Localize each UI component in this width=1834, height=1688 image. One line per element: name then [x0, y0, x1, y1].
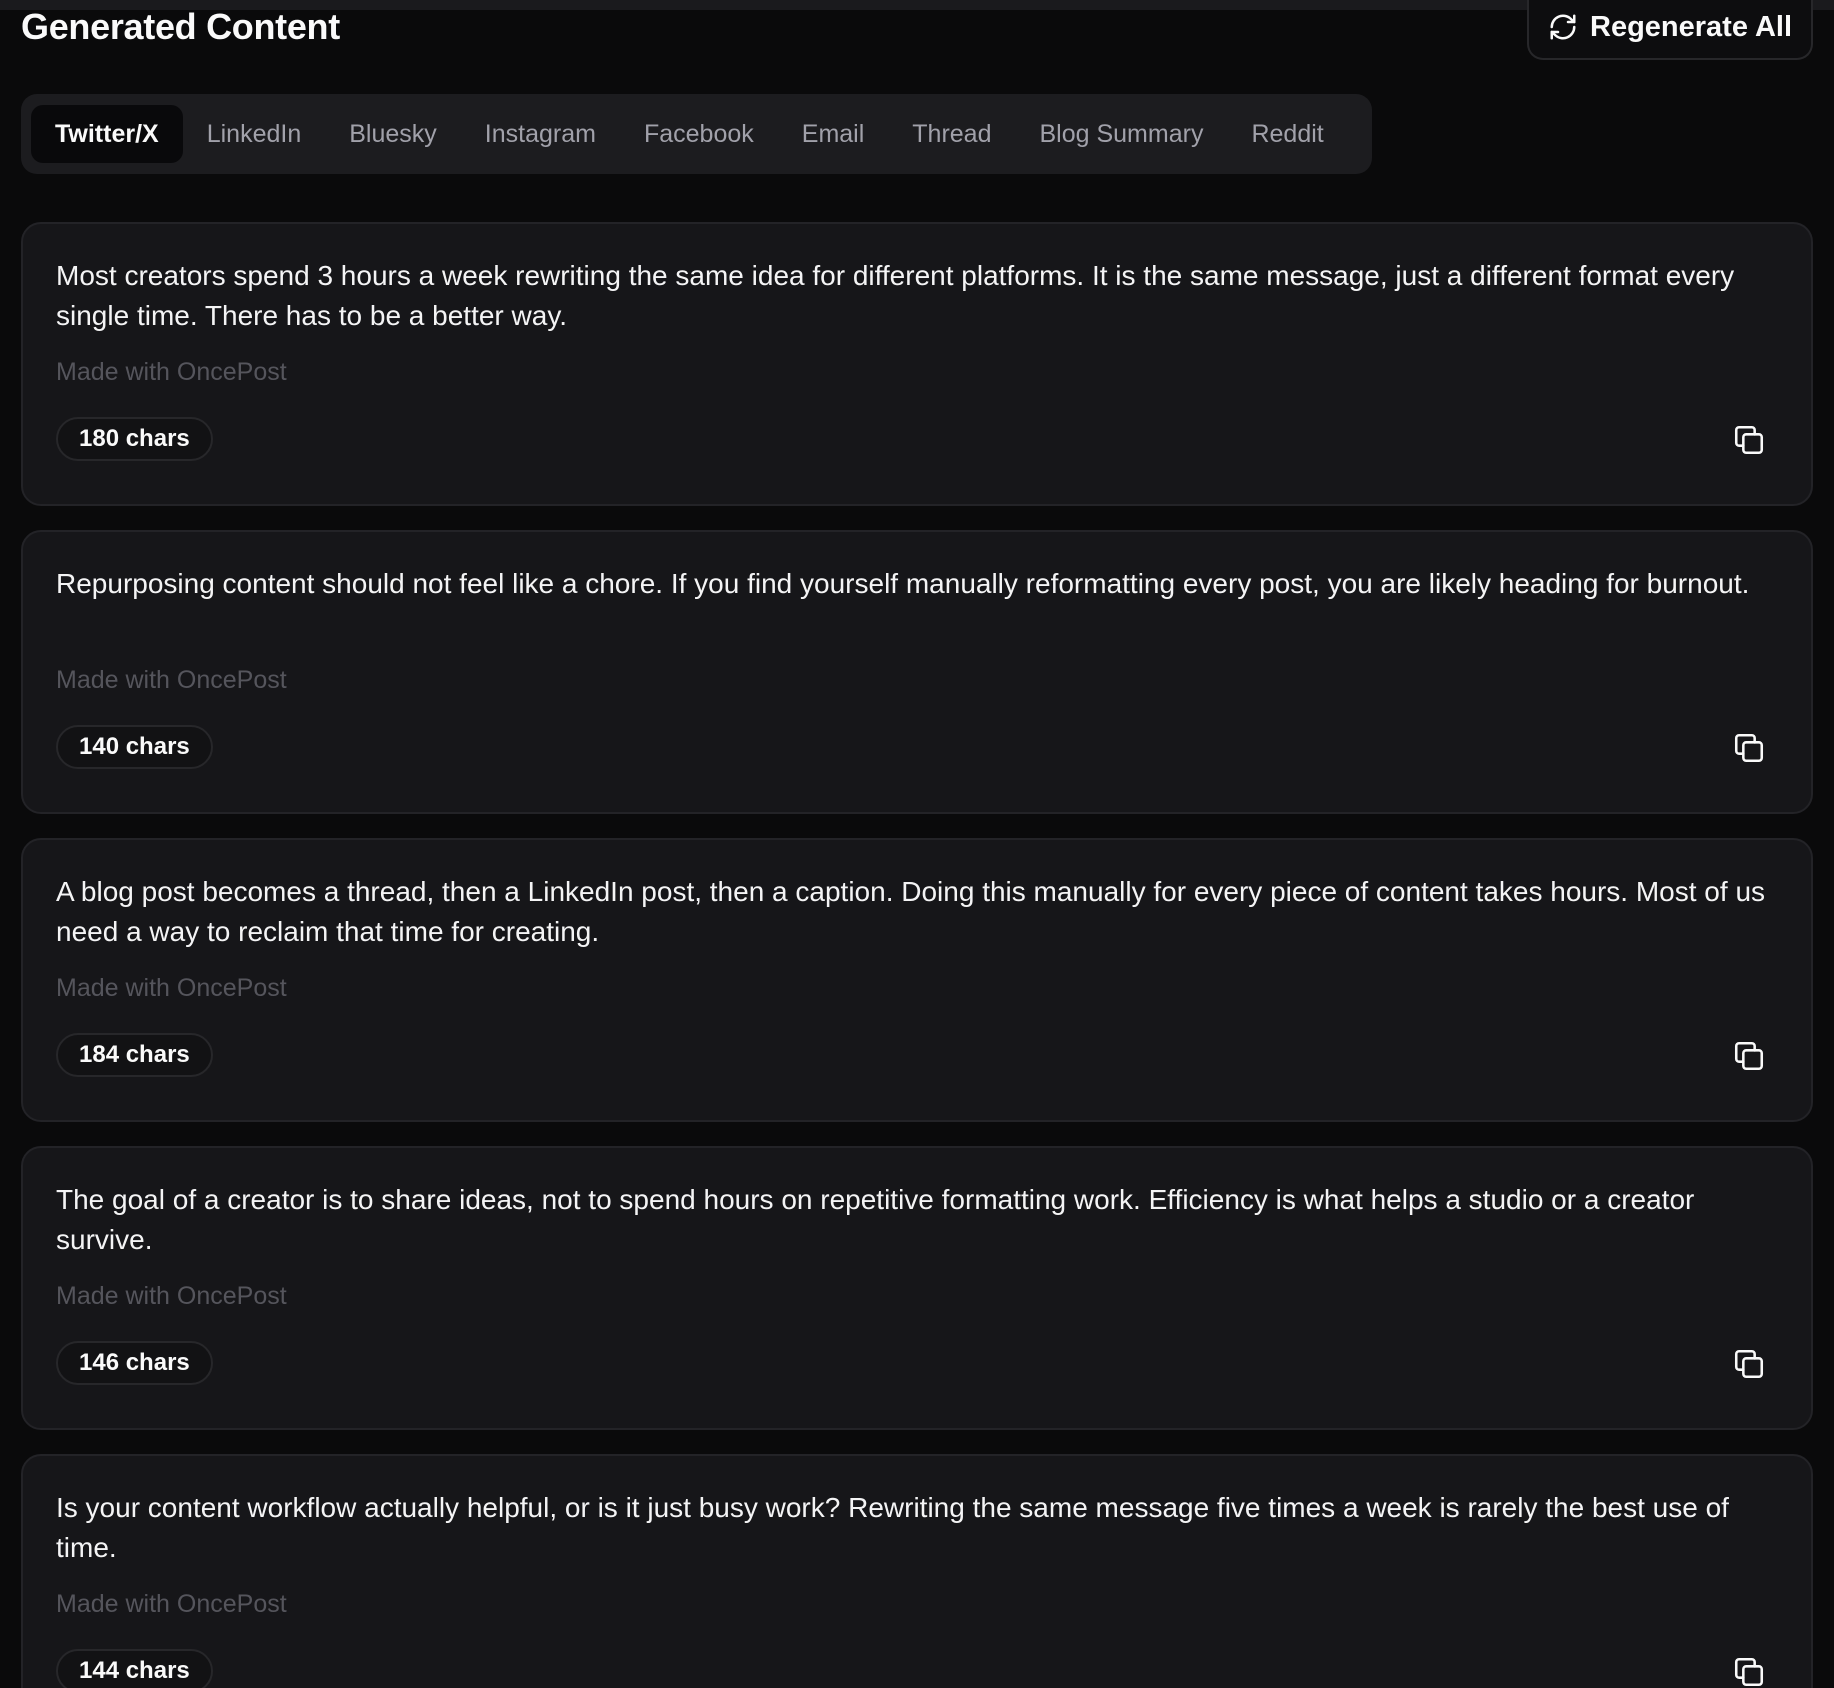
regenerate-all-label: Regenerate All	[1590, 10, 1792, 43]
refresh-icon	[1548, 12, 1578, 42]
copy-icon	[1734, 1041, 1764, 1071]
tab-bluesky[interactable]: Bluesky	[325, 105, 461, 163]
regenerate-all-button[interactable]: Regenerate All	[1527, 0, 1813, 60]
char-count-badge: 144 chars	[56, 1649, 213, 1688]
post-signature: Made with OncePost	[56, 358, 287, 386]
post-signature: Made with OncePost	[56, 1282, 287, 1310]
copy-icon	[1734, 733, 1764, 763]
copy-icon	[1734, 425, 1764, 455]
page: Generated Content Regenerate All Twitter…	[0, 0, 1834, 1688]
post-signature: Made with OncePost	[56, 974, 287, 1002]
post-text: A blog post becomes a thread, then a Lin…	[56, 876, 1766, 947]
tab-email[interactable]: Email	[778, 105, 889, 163]
char-count-badge: 180 chars	[56, 417, 213, 461]
tab-reddit[interactable]: Reddit	[1227, 105, 1347, 163]
copy-button[interactable]	[1731, 1038, 1767, 1074]
post-list: Most creators spend 3 hours a week rewri…	[21, 222, 1813, 1688]
copy-icon	[1734, 1657, 1764, 1687]
post-card: A blog post becomes a thread, then a Lin…	[21, 838, 1813, 1122]
char-count-badge: 146 chars	[56, 1341, 213, 1385]
post-text: The goal of a creator is to share ideas,…	[56, 1184, 1695, 1255]
char-count-badge: 140 chars	[56, 725, 213, 769]
post-signature: Made with OncePost	[56, 1590, 287, 1618]
tab-thread[interactable]: Thread	[888, 105, 1015, 163]
platform-tabs: Twitter/X LinkedIn Bluesky Instagram Fac…	[21, 94, 1372, 174]
tab-instagram[interactable]: Instagram	[461, 105, 620, 163]
tab-facebook[interactable]: Facebook	[620, 105, 778, 163]
post-signature: Made with OncePost	[56, 666, 287, 694]
post-text: Repurposing content should not feel like…	[56, 568, 1750, 599]
post-card: Most creators spend 3 hours a week rewri…	[21, 222, 1813, 506]
copy-button[interactable]	[1731, 1346, 1767, 1382]
post-text: Most creators spend 3 hours a week rewri…	[56, 260, 1735, 331]
char-count-badge: 184 chars	[56, 1033, 213, 1077]
tab-twitter-x[interactable]: Twitter/X	[31, 105, 183, 163]
post-text: Is your content workflow actually helpfu…	[56, 1492, 1729, 1563]
page-title: Generated Content	[21, 6, 340, 47]
header: Generated Content Regenerate All	[21, 0, 1813, 62]
copy-button[interactable]	[1731, 730, 1767, 766]
copy-icon	[1734, 1349, 1764, 1379]
copy-button[interactable]	[1731, 1654, 1767, 1688]
post-card: The goal of a creator is to share ideas,…	[21, 1146, 1813, 1430]
copy-button[interactable]	[1731, 422, 1767, 458]
post-card: Repurposing content should not feel like…	[21, 530, 1813, 814]
post-card: Is your content workflow actually helpfu…	[21, 1454, 1813, 1688]
tab-blog-summary[interactable]: Blog Summary	[1016, 105, 1228, 163]
tab-linkedin[interactable]: LinkedIn	[183, 105, 326, 163]
